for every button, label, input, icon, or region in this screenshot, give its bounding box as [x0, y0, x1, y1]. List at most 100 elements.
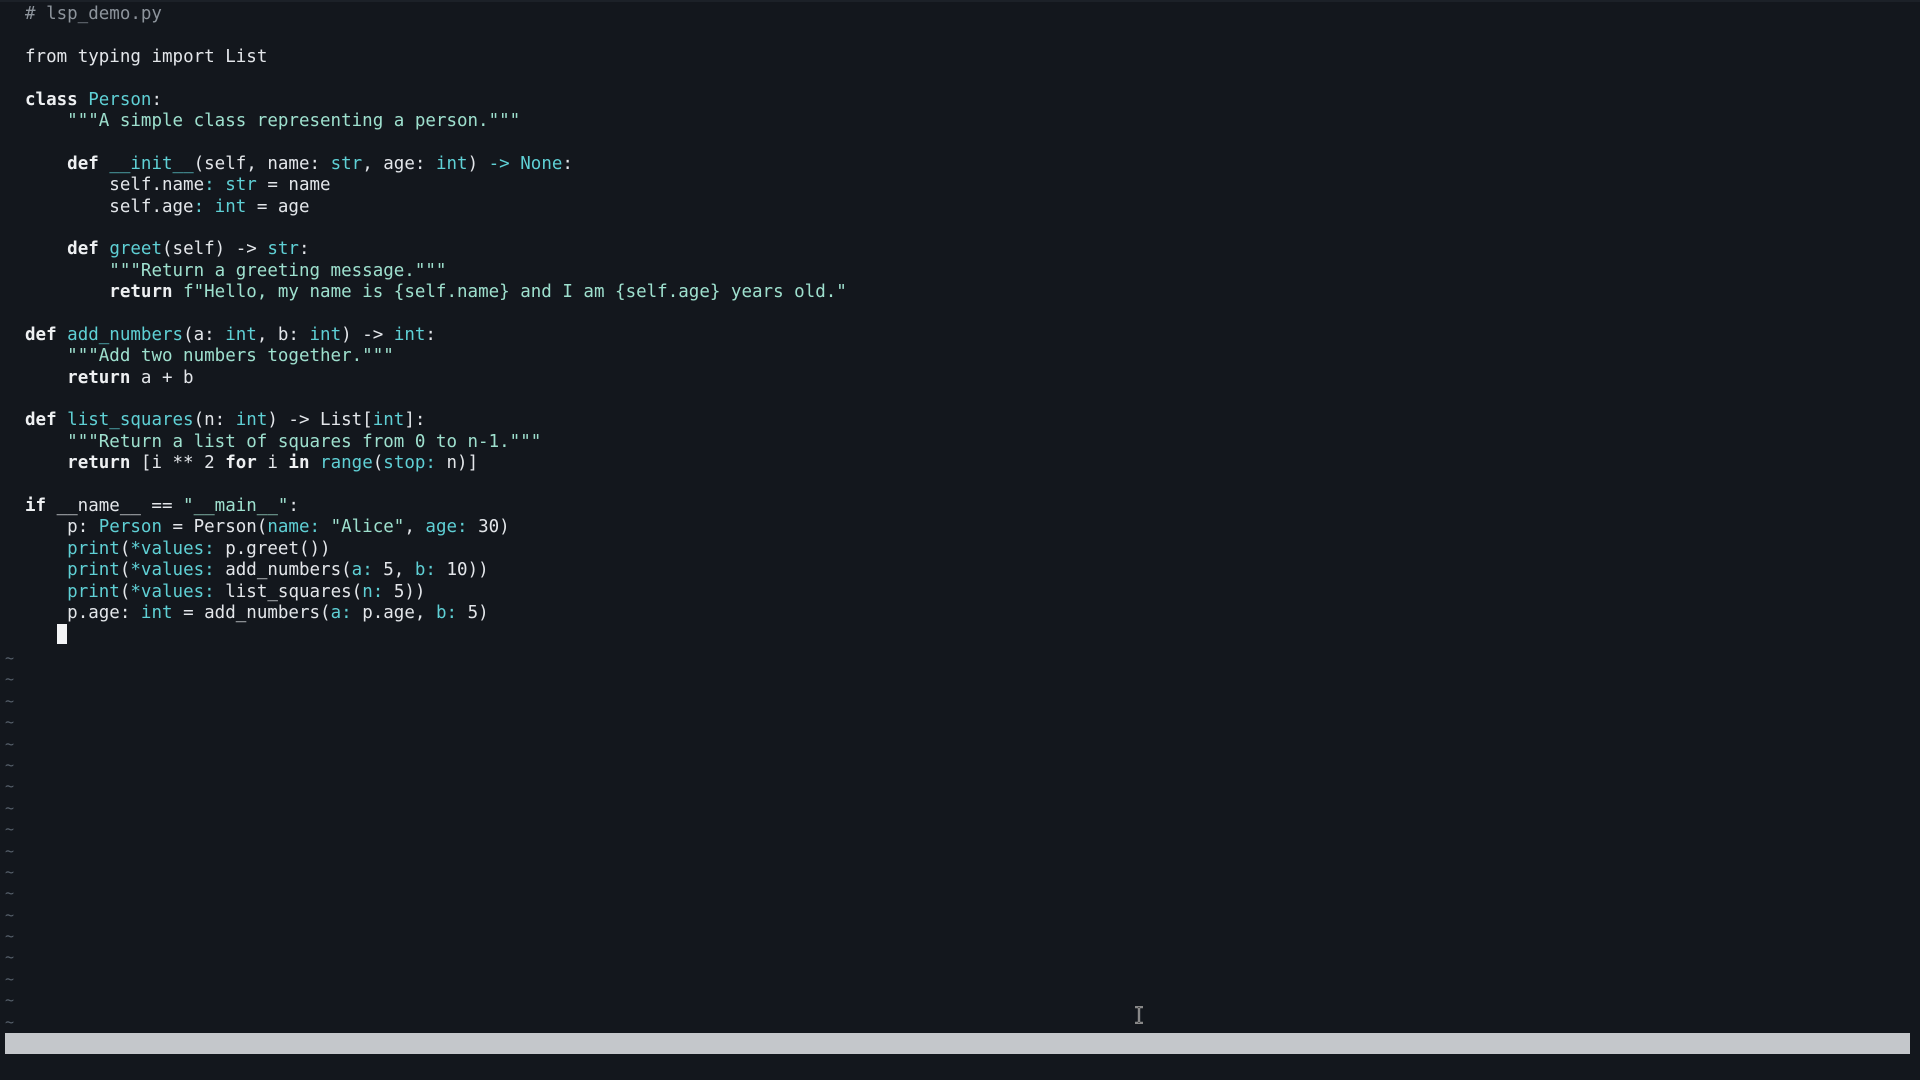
- function-name: range: [320, 453, 373, 474]
- function-name: print: [67, 560, 120, 581]
- code-text: (a:: [183, 324, 226, 345]
- code-line[interactable]: # lsp_demo.py: [25, 4, 1905, 25]
- code-line[interactable]: print(*values: add_numbers(a: 5, b: 10)): [25, 560, 1905, 581]
- top-border: [0, 0, 1920, 2]
- keyword: def: [25, 324, 57, 345]
- code-line[interactable]: [25, 25, 1905, 46]
- docstring: """Return a list of squares from 0 to n-…: [67, 431, 542, 452]
- param-hint: a:: [351, 560, 373, 581]
- code-line[interactable]: p: Person = Person(name: "Alice", age: 3…: [25, 517, 1905, 538]
- code-text: (: [119, 581, 131, 602]
- keyword: def: [25, 410, 57, 431]
- code-text: ,: [404, 517, 426, 538]
- code-line[interactable]: [25, 218, 1905, 239]
- docstring: """Add two numbers together.""": [67, 346, 394, 367]
- type-name: int: [309, 324, 342, 345]
- code-text: :: [562, 153, 573, 174]
- code-buffer[interactable]: # lsp_demo.py from typing import List cl…: [25, 4, 1905, 646]
- code-line[interactable]: class Person:: [25, 90, 1905, 111]
- code-line[interactable]: """Return a greeting message.""": [25, 261, 1905, 282]
- code-text: ): [467, 153, 489, 174]
- code-line[interactable]: print(*values: list_squares(n: 5)): [25, 582, 1905, 603]
- punctuation: :: [151, 89, 162, 110]
- code-line[interactable]: def add_numbers(a: int, b: int) -> int:: [25, 325, 1905, 346]
- code-line[interactable]: if __name__ == "__main__":: [25, 496, 1905, 517]
- code-line[interactable]: return f"Hello, my name is {self.name} a…: [25, 282, 1905, 303]
- code-text: , b:: [256, 324, 310, 345]
- empty-line-tilde: ~: [5, 777, 15, 796]
- code-line[interactable]: self.name: str = name: [25, 175, 1905, 196]
- keyword: return: [67, 367, 131, 388]
- code-line[interactable]: def __init__(self, name: str, age: int) …: [25, 154, 1905, 175]
- code-line[interactable]: """Add two numbers together.""": [25, 346, 1905, 367]
- code-line[interactable]: from typing import List: [25, 47, 1905, 68]
- param-hint: stop:: [383, 453, 436, 474]
- code-text: add_numbers(: [214, 560, 352, 581]
- empty-line-tilde: ~: [5, 905, 15, 924]
- code-text: ]:: [404, 410, 426, 431]
- code-text: list_squares(: [214, 581, 363, 602]
- code-text: i: [256, 453, 289, 474]
- code-line[interactable]: print(*values: p.greet()): [25, 539, 1905, 560]
- code-text: :: [288, 495, 299, 516]
- empty-line-markers: ~ ~ ~ ~ ~ ~ ~ ~ ~ ~ ~ ~ ~ ~ ~ ~ ~ ~: [5, 648, 19, 1033]
- type-name: int: [235, 410, 268, 431]
- code-text: p.age,: [351, 602, 436, 623]
- code-text: (self) ->: [162, 239, 268, 260]
- code-line[interactable]: p.age: int = add_numbers(a: p.age, b: 5): [25, 603, 1905, 624]
- arrow: ->: [488, 153, 510, 174]
- code-text: (: [119, 538, 131, 559]
- file-comment: # lsp_demo.py: [25, 4, 162, 24]
- module-name: typing: [77, 46, 141, 67]
- code-text: = add_numbers(: [172, 602, 331, 623]
- code-line[interactable]: def list_squares(n: int) -> List[int]:: [25, 410, 1905, 431]
- empty-line-tilde: ~: [5, 734, 15, 753]
- code-text: __name__ ==: [46, 495, 184, 516]
- keyword: for: [225, 453, 257, 474]
- type-name: str: [225, 175, 257, 196]
- string-literal: "Alice": [330, 517, 405, 538]
- empty-line-tilde: ~: [5, 755, 15, 774]
- empty-line-tilde: ~: [5, 969, 15, 988]
- keyword: in: [288, 453, 310, 474]
- code-line[interactable]: [25, 68, 1905, 89]
- empty-line-tilde: ~: [5, 841, 15, 860]
- empty-line-tilde: ~: [5, 884, 15, 903]
- code-text: = age: [246, 196, 310, 217]
- empty-line-tilde: ~: [5, 798, 15, 817]
- imported-name: List: [225, 46, 268, 67]
- code-text: n)]: [435, 453, 479, 474]
- type-name: Person: [98, 517, 162, 538]
- param-hint: *values:: [130, 560, 215, 581]
- code-line[interactable]: self.age: int = age: [25, 197, 1905, 218]
- code-line[interactable]: [25, 132, 1905, 153]
- code-line[interactable]: """A simple class representing a person.…: [25, 111, 1905, 132]
- code-line[interactable]: """Return a list of squares from 0 to n-…: [25, 432, 1905, 453]
- code-text: (: [119, 560, 131, 581]
- code-line[interactable]: [25, 303, 1905, 324]
- param-hint: n:: [362, 581, 384, 602]
- code-line[interactable]: [25, 624, 1905, 645]
- code-line[interactable]: return [i ** 2 for i in range(stop: n)]: [25, 453, 1905, 474]
- type-name: int: [393, 324, 426, 345]
- empty-line-tilde: ~: [5, 948, 15, 967]
- code-line[interactable]: def greet(self) -> str:: [25, 239, 1905, 260]
- code-text: :: [193, 196, 215, 217]
- empty-line-tilde: ~: [5, 649, 15, 667]
- code-editor[interactable]: # lsp_demo.py from typing import List cl…: [0, 0, 1920, 1080]
- keyword: return: [67, 453, 131, 474]
- code-line[interactable]: [25, 389, 1905, 410]
- type-name: int: [140, 602, 173, 623]
- code-line[interactable]: return a + b: [25, 368, 1905, 389]
- code-line[interactable]: [25, 475, 1905, 496]
